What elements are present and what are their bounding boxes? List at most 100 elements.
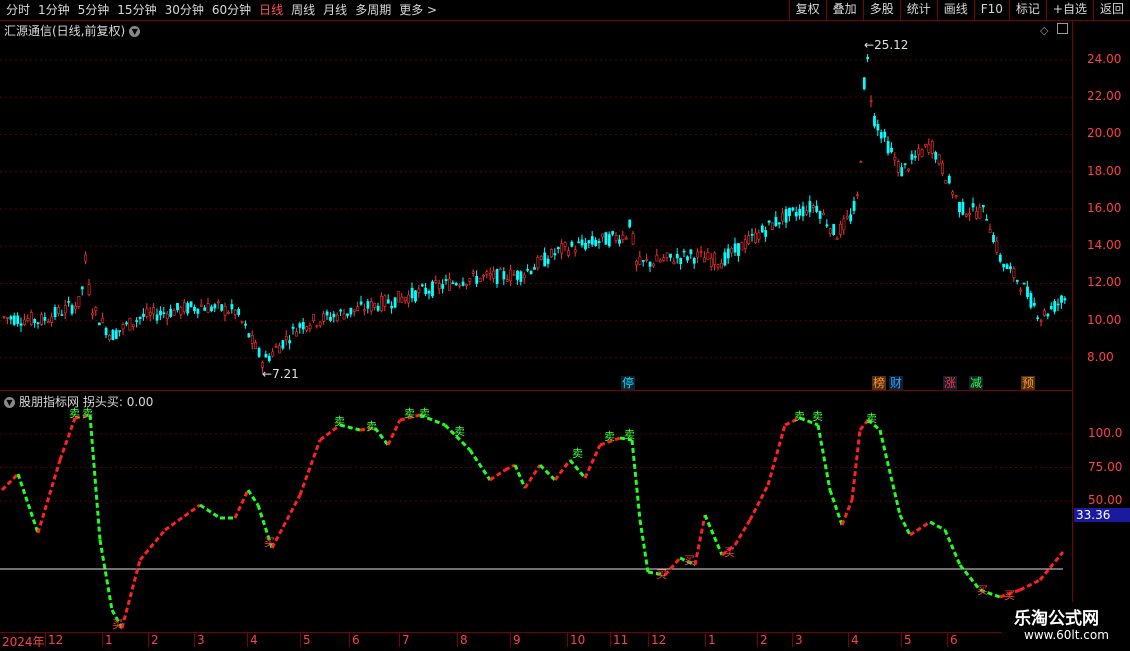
period-tab-6[interactable]: 日线: [255, 2, 287, 18]
candle-body: [322, 313, 326, 322]
candle-body: [189, 301, 193, 307]
period-tab-3[interactable]: 15分钟: [113, 2, 160, 18]
candle-body: [903, 163, 907, 165]
candle-body: [454, 282, 458, 286]
event-badge[interactable]: 减: [969, 376, 984, 390]
date-tick-label: 6: [950, 633, 958, 647]
candle-body: [159, 310, 162, 316]
indicator-tick-label: 100.0: [1088, 426, 1123, 440]
candle-body: [550, 249, 553, 258]
candle-body: [638, 256, 642, 265]
candle-body: [1026, 286, 1029, 297]
period-tab-2[interactable]: 5分钟: [74, 2, 114, 18]
indicator-chart[interactable]: 卖卖买买卖 卖卖 卖卖卖卖 卖买买买卖卖卖买买: [0, 405, 1072, 632]
candle-body: [873, 115, 876, 127]
candle-body: [781, 212, 785, 222]
candle-body: [652, 263, 655, 267]
toolbar-button-3[interactable]: 统计: [899, 0, 937, 20]
date-tick: [45, 633, 46, 647]
candle-body: [427, 291, 431, 294]
candle-body: [930, 141, 934, 154]
toolbar-button-0[interactable]: 复权: [788, 0, 826, 20]
candle-body: [29, 312, 33, 325]
toolbar-button-5[interactable]: F10: [973, 0, 1009, 20]
candle-body: [478, 277, 482, 283]
candle-body: [723, 252, 727, 266]
candle-body: [682, 250, 686, 253]
candle-body: [165, 313, 169, 320]
candle-body: [46, 321, 50, 324]
sell-signal: 卖: [624, 428, 635, 441]
candle-body: [373, 302, 377, 308]
date-tick: [399, 633, 400, 647]
candle-body: [1056, 303, 1060, 306]
candle-body: [720, 262, 723, 269]
candle-body: [152, 307, 156, 315]
event-badge[interactable]: 预: [1021, 376, 1036, 390]
price-tick-label: 20.00: [1087, 126, 1122, 141]
candle-body: [859, 161, 863, 163]
period-tab-4[interactable]: 30分钟: [161, 2, 208, 18]
candle-body: [407, 294, 411, 304]
date-tick: [102, 633, 103, 647]
candle-body: [383, 295, 387, 307]
candle-body: [992, 235, 995, 243]
event-badge[interactable]: 榜: [872, 376, 887, 390]
candle-body: [509, 269, 513, 282]
candle-body: [131, 324, 135, 327]
toolbar-button-6[interactable]: 标记: [1008, 0, 1046, 20]
candle-body: [23, 319, 26, 326]
indicator-segment: [553, 459, 572, 481]
candle-body: [560, 243, 564, 254]
candle-body: [539, 256, 543, 260]
candle-body: [686, 256, 689, 261]
window-toggle-icon[interactable]: [1057, 23, 1068, 34]
candle-body: [791, 207, 795, 211]
period-tab-1[interactable]: 1分钟: [34, 2, 74, 18]
indicator-segment: [233, 489, 250, 519]
indicator-segment: [523, 464, 542, 489]
candle-body: [522, 274, 526, 279]
candle-body: [19, 323, 23, 326]
candle-body: [631, 233, 635, 245]
date-axis: 2024年 12 1 2 3 4 5 6 7 8 9 10 11 12 1 2 3 4 5 6: [0, 632, 1072, 651]
event-badge[interactable]: 停: [621, 376, 636, 390]
candle-body: [1063, 298, 1067, 301]
candle-body: [934, 152, 938, 160]
toolbar-button-8[interactable]: 返回: [1092, 0, 1130, 20]
period-tab-7[interactable]: 周线: [287, 2, 319, 18]
toolbar-button-7[interactable]: +自选: [1045, 0, 1093, 20]
toolbar-button-1[interactable]: 叠加: [825, 0, 863, 20]
indicator-segment: [703, 514, 724, 556]
toolbar-button-2[interactable]: 多股: [862, 0, 900, 20]
candle-body: [329, 316, 332, 321]
candle-body: [145, 308, 149, 317]
candle-body: [488, 272, 492, 277]
toolbar-button-4[interactable]: 画线: [936, 0, 974, 20]
candle-body: [1009, 266, 1012, 270]
candle-body: [968, 213, 972, 216]
event-badge[interactable]: 涨: [943, 376, 958, 390]
indicator-segment: [513, 464, 527, 489]
indicator-segment: [850, 429, 862, 501]
candle-body: [451, 282, 455, 285]
panel-divider: [0, 390, 1073, 391]
sell-signal: 卖: [419, 407, 430, 420]
indicator-segment: [583, 444, 602, 479]
candle-body: [971, 203, 975, 208]
period-tab-8[interactable]: 月线: [319, 2, 351, 18]
sell-signal: 卖: [812, 410, 823, 423]
candle-body: [937, 154, 941, 165]
event-badge[interactable]: 财: [889, 376, 904, 390]
period-tab-9[interactable]: 多周期: [351, 2, 395, 18]
candle-body: [403, 297, 407, 302]
candle-body: [512, 273, 516, 276]
period-tab-0[interactable]: 分时: [2, 2, 34, 18]
period-tab-10[interactable]: 更多 >: [395, 2, 441, 18]
candlestick-chart[interactable]: [0, 36, 1072, 390]
period-tab-5[interactable]: 60分钟: [208, 2, 255, 18]
indicator-segment: [138, 529, 167, 561]
candle-body: [726, 248, 730, 259]
candle-body: [301, 322, 305, 330]
date-tick: [901, 633, 902, 647]
